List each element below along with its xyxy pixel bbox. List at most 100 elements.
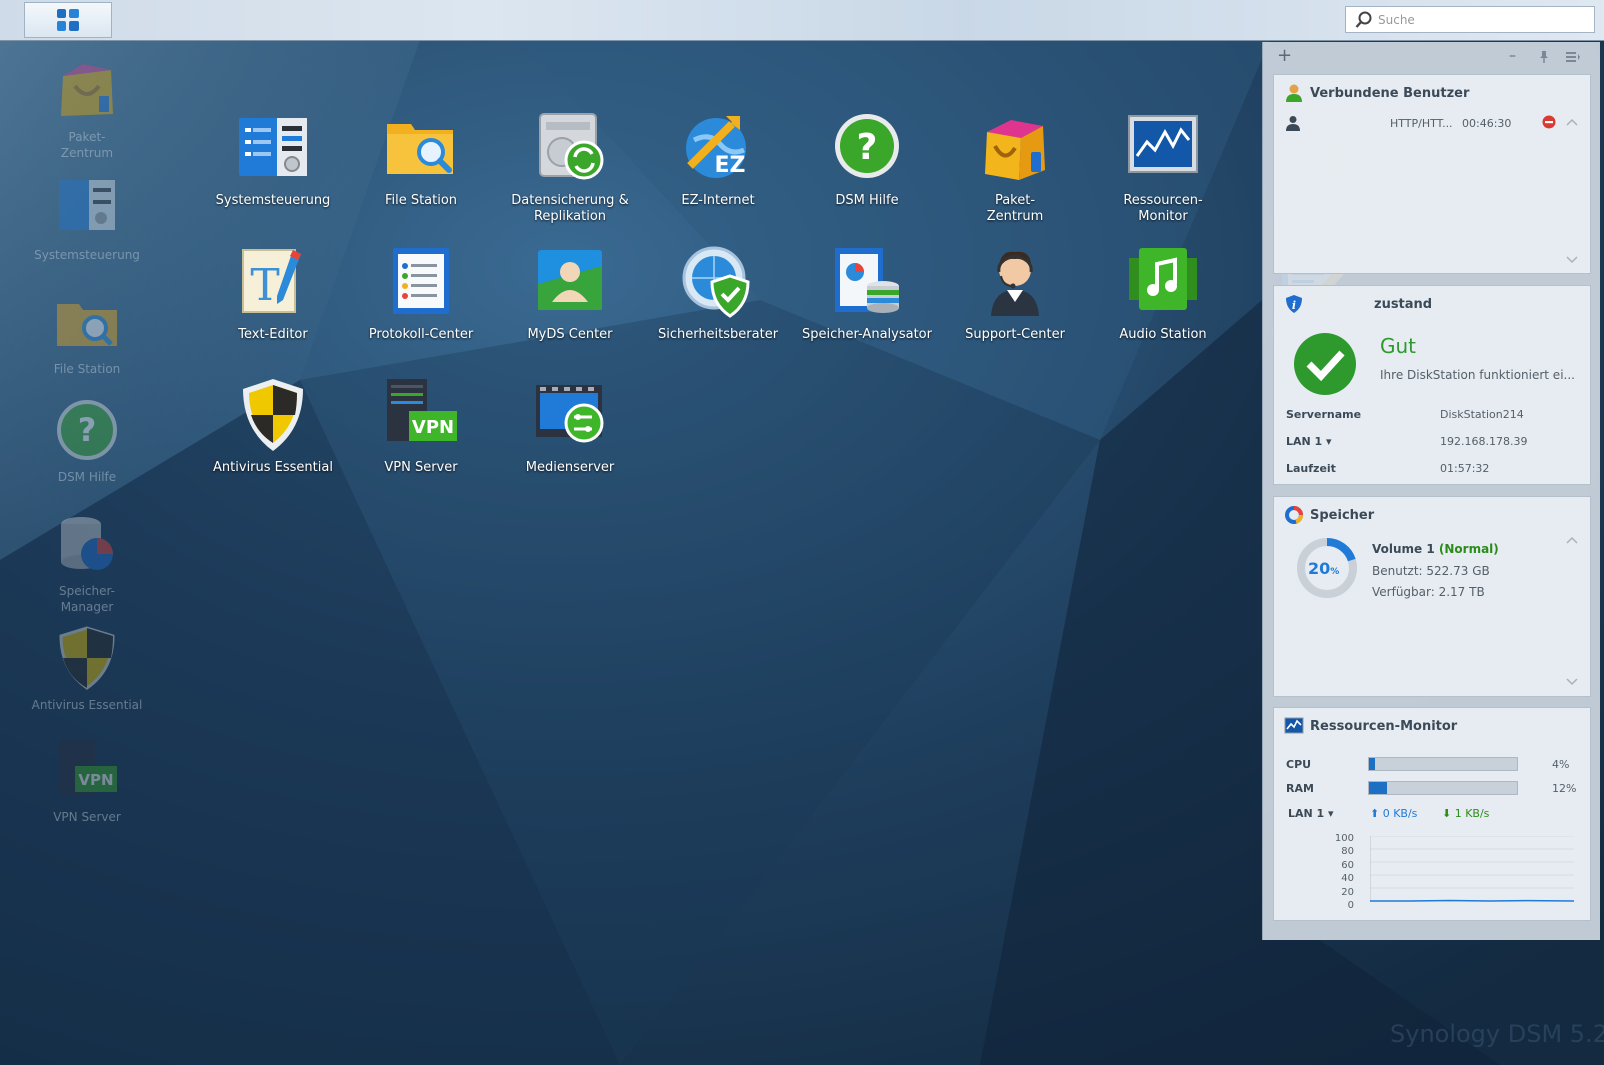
app-label: Zentrum [986, 209, 1044, 224]
user-silhouette-icon [1286, 116, 1300, 131]
widget-connected-users: Verbundene Benutzer HTTP/HTT... 00:46:30 [1273, 74, 1591, 274]
status-ok-icon [1294, 333, 1356, 395]
cpu-label: CPU [1286, 758, 1312, 771]
file-station-icon [387, 124, 453, 174]
desktop-shortcut-file-station[interactable]: File Station [12, 288, 162, 377]
volume-name: Volume 1 [1372, 542, 1435, 556]
package-center-icon [61, 64, 113, 116]
search-field[interactable] [1345, 6, 1595, 33]
add-widget-button[interactable]: + [1277, 46, 1292, 66]
vpn-icon: VPN [387, 379, 457, 441]
myds-icon [538, 250, 602, 310]
lan-dropdown[interactable]: LAN 1 ▾ [1288, 807, 1334, 820]
app-label: Antivirus Essential [213, 460, 333, 475]
widget-toolbar: + – [1263, 42, 1601, 72]
desktop-shortcut-package-center[interactable]: Paket- Zentrum [12, 56, 162, 161]
log-center-icon [393, 248, 449, 314]
search-input[interactable] [1374, 7, 1590, 32]
download-value: 1 KB/s [1454, 807, 1490, 820]
desktop-shortcuts: Paket- Zentrum Systemsteuerung File Stat… [0, 40, 170, 860]
chevron-up-icon[interactable] [1566, 117, 1578, 127]
svg-text:?: ? [857, 127, 878, 168]
disconnect-icon[interactable] [1542, 115, 1556, 129]
svg-text:i: i [1292, 299, 1296, 312]
app-speicher-analysator[interactable]: Speicher-Analysator [791, 244, 943, 343]
connection-type: HTTP/HTT... [1390, 117, 1453, 130]
server-name-value: DiskStation214 [1440, 408, 1524, 421]
app-label: VPN Server [384, 460, 458, 475]
volume-title: Volume 1 (Normal) [1372, 542, 1499, 556]
app-label: Protokoll-Center [368, 327, 474, 342]
y-tick: 0 [1347, 900, 1354, 912]
app-label: Speicher-Analysator [802, 327, 932, 342]
cpu-value: 4% [1552, 758, 1570, 771]
support-center-icon [991, 251, 1039, 316]
widget-system-health: i zustand Gut Ihre DiskStation funktioni… [1273, 285, 1591, 485]
app-systemsteuerung[interactable]: Systemsteuerung [197, 110, 349, 209]
grid-menu-icon [57, 9, 79, 31]
minimize-icon[interactable]: – [1509, 46, 1516, 66]
chevron-down-icon[interactable] [1566, 255, 1578, 265]
uptime-label: Laufzeit [1286, 462, 1336, 475]
app-medienserver[interactable]: Medienserver [494, 377, 646, 476]
lan-dropdown[interactable]: LAN 1 ▾ [1286, 435, 1332, 448]
upload-rate: ⬆ 0 KB/s [1370, 807, 1417, 820]
desktop-shortcut-control-panel[interactable]: Systemsteuerung [12, 174, 162, 263]
app-ressourcen-monitor[interactable]: Ressourcen- Monitor [1087, 110, 1239, 225]
widget-resource-monitor: Ressourcen-Monitor CPU 4% RAM 12% LAN 1 … [1273, 707, 1591, 921]
app-datensicherung[interactable]: Datensicherung & Replikation [494, 110, 646, 225]
desktop-shortcut-label: File Station [53, 362, 121, 376]
graph-y-axis: 100 80 60 40 20 0 [1326, 832, 1354, 912]
network-traffic-line [1370, 899, 1574, 902]
app-paket-zentrum[interactable]: Paket- Zentrum [939, 110, 1091, 225]
volume-status: (Normal) [1438, 542, 1499, 556]
svg-text:VPN: VPN [78, 771, 113, 789]
desktop-shortcut-vpn-server[interactable]: VPN VPN Server [12, 736, 162, 825]
ip-address-value: 192.168.178.39 [1440, 435, 1528, 448]
pin-icon[interactable] [1537, 50, 1551, 64]
svg-text:EZ: EZ [715, 153, 746, 178]
download-arrow-icon: ⬇ [1442, 807, 1452, 820]
app-protokoll-center[interactable]: Protokoll-Center [345, 244, 497, 343]
app-antivirus-essential[interactable]: Antivirus Essential [197, 377, 349, 476]
audio-station-icon [1129, 248, 1197, 310]
y-tick: 40 [1341, 873, 1354, 885]
desktop-shortcut-label: VPN Server [53, 810, 121, 824]
svg-text:VPN: VPN [412, 417, 454, 438]
collapse-panel-icon[interactable] [1565, 50, 1581, 64]
app-ez-internet[interactable]: EZ EZ-Internet [642, 110, 794, 209]
volume-available: Verfügbar: 2.17 TB [1372, 585, 1485, 599]
widget-title: zustand [1374, 297, 1433, 312]
app-label: Systemsteuerung [215, 193, 331, 208]
uptime-value: 01:57:32 [1440, 462, 1490, 475]
widget-title: Speicher [1310, 508, 1375, 523]
app-dsm-hilfe[interactable]: ? DSM Hilfe [791, 110, 943, 209]
widget-panel: + – Verbundene Benutzer HTTP/HTT... 00:4… [1262, 42, 1600, 940]
desktop-shortcut-dsm-help[interactable]: ? DSM Hilfe [12, 396, 162, 485]
package-center-icon [985, 120, 1045, 180]
app-file-station[interactable]: File Station [345, 110, 497, 209]
cpu-bar [1368, 757, 1518, 771]
chevron-up-icon[interactable] [1566, 535, 1578, 545]
app-sicherheitsberater[interactable]: Sicherheitsberater [642, 244, 794, 343]
ez-internet-icon: EZ [686, 116, 746, 178]
storage-ring-icon [1285, 506, 1303, 524]
app-text-editor[interactable]: T Text-Editor [197, 244, 349, 343]
volume-used: Benutzt: 522.73 GB [1372, 564, 1490, 578]
desktop-shortcut-storage-manager[interactable]: Speicher- Manager [12, 510, 162, 615]
desktop-shortcut-label: Manager [60, 600, 114, 614]
svg-text:T: T [250, 260, 279, 311]
app-myds-center[interactable]: MyDS Center [494, 244, 646, 343]
app-label: Support-Center [965, 327, 1065, 342]
app-audio-station[interactable]: Audio Station [1087, 244, 1239, 343]
desktop-shortcut-antivirus[interactable]: Antivirus Essential [12, 624, 162, 713]
app-vpn-server[interactable]: VPN VPN Server [345, 377, 497, 476]
app-support-center[interactable]: Support-Center [939, 244, 1091, 343]
app-label: EZ-Internet [681, 193, 755, 208]
widget-storage: Speicher 20% Volume 1 (Normal) Benutzt: … [1273, 496, 1591, 697]
main-menu-button[interactable] [24, 2, 112, 38]
desktop-shortcut-label: Zentrum [60, 146, 114, 160]
ram-value: 12% [1552, 782, 1577, 795]
app-label: Monitor [1138, 209, 1188, 224]
chevron-down-icon[interactable] [1566, 677, 1578, 687]
